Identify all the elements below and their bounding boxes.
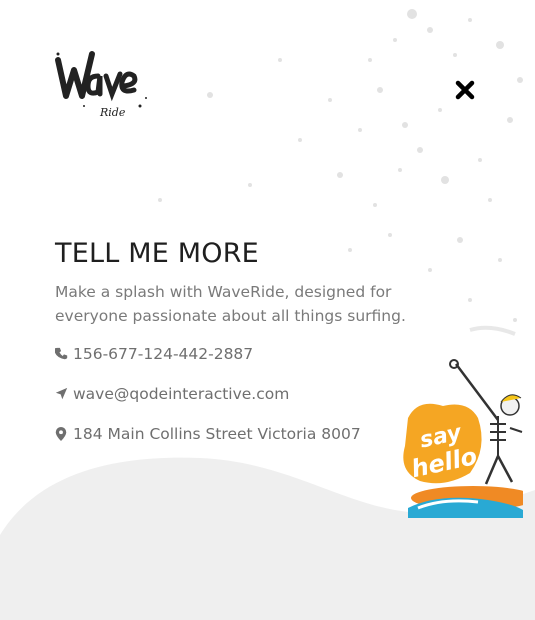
street-address: 184 Main Collins Street Victoria 8007 — [73, 425, 361, 443]
close-icon — [455, 80, 475, 100]
email-address: wave@qodeinteractive.com — [73, 385, 290, 403]
location-arrow-icon — [55, 387, 69, 401]
contact-address[interactable]: 184 Main Collins Street Victoria 8007 — [55, 425, 361, 443]
close-button[interactable] — [453, 78, 477, 102]
phone-number: 156-677-124-442-2887 — [73, 345, 254, 363]
map-marker-icon — [55, 427, 69, 441]
waveride-logo[interactable]: Ride — [54, 46, 150, 120]
phone-icon — [55, 347, 69, 361]
section-heading: TELL ME MORE — [55, 238, 259, 269]
contact-email[interactable]: wave@qodeinteractive.com — [55, 385, 289, 403]
section-description: Make a splash with WaveRide, designed fo… — [55, 283, 406, 325]
logo-subtext: Ride — [99, 106, 126, 119]
say-hello-sticker-illustration: say hello — [403, 359, 523, 518]
contact-phone[interactable]: 156-677-124-442-2887 — [55, 345, 253, 363]
